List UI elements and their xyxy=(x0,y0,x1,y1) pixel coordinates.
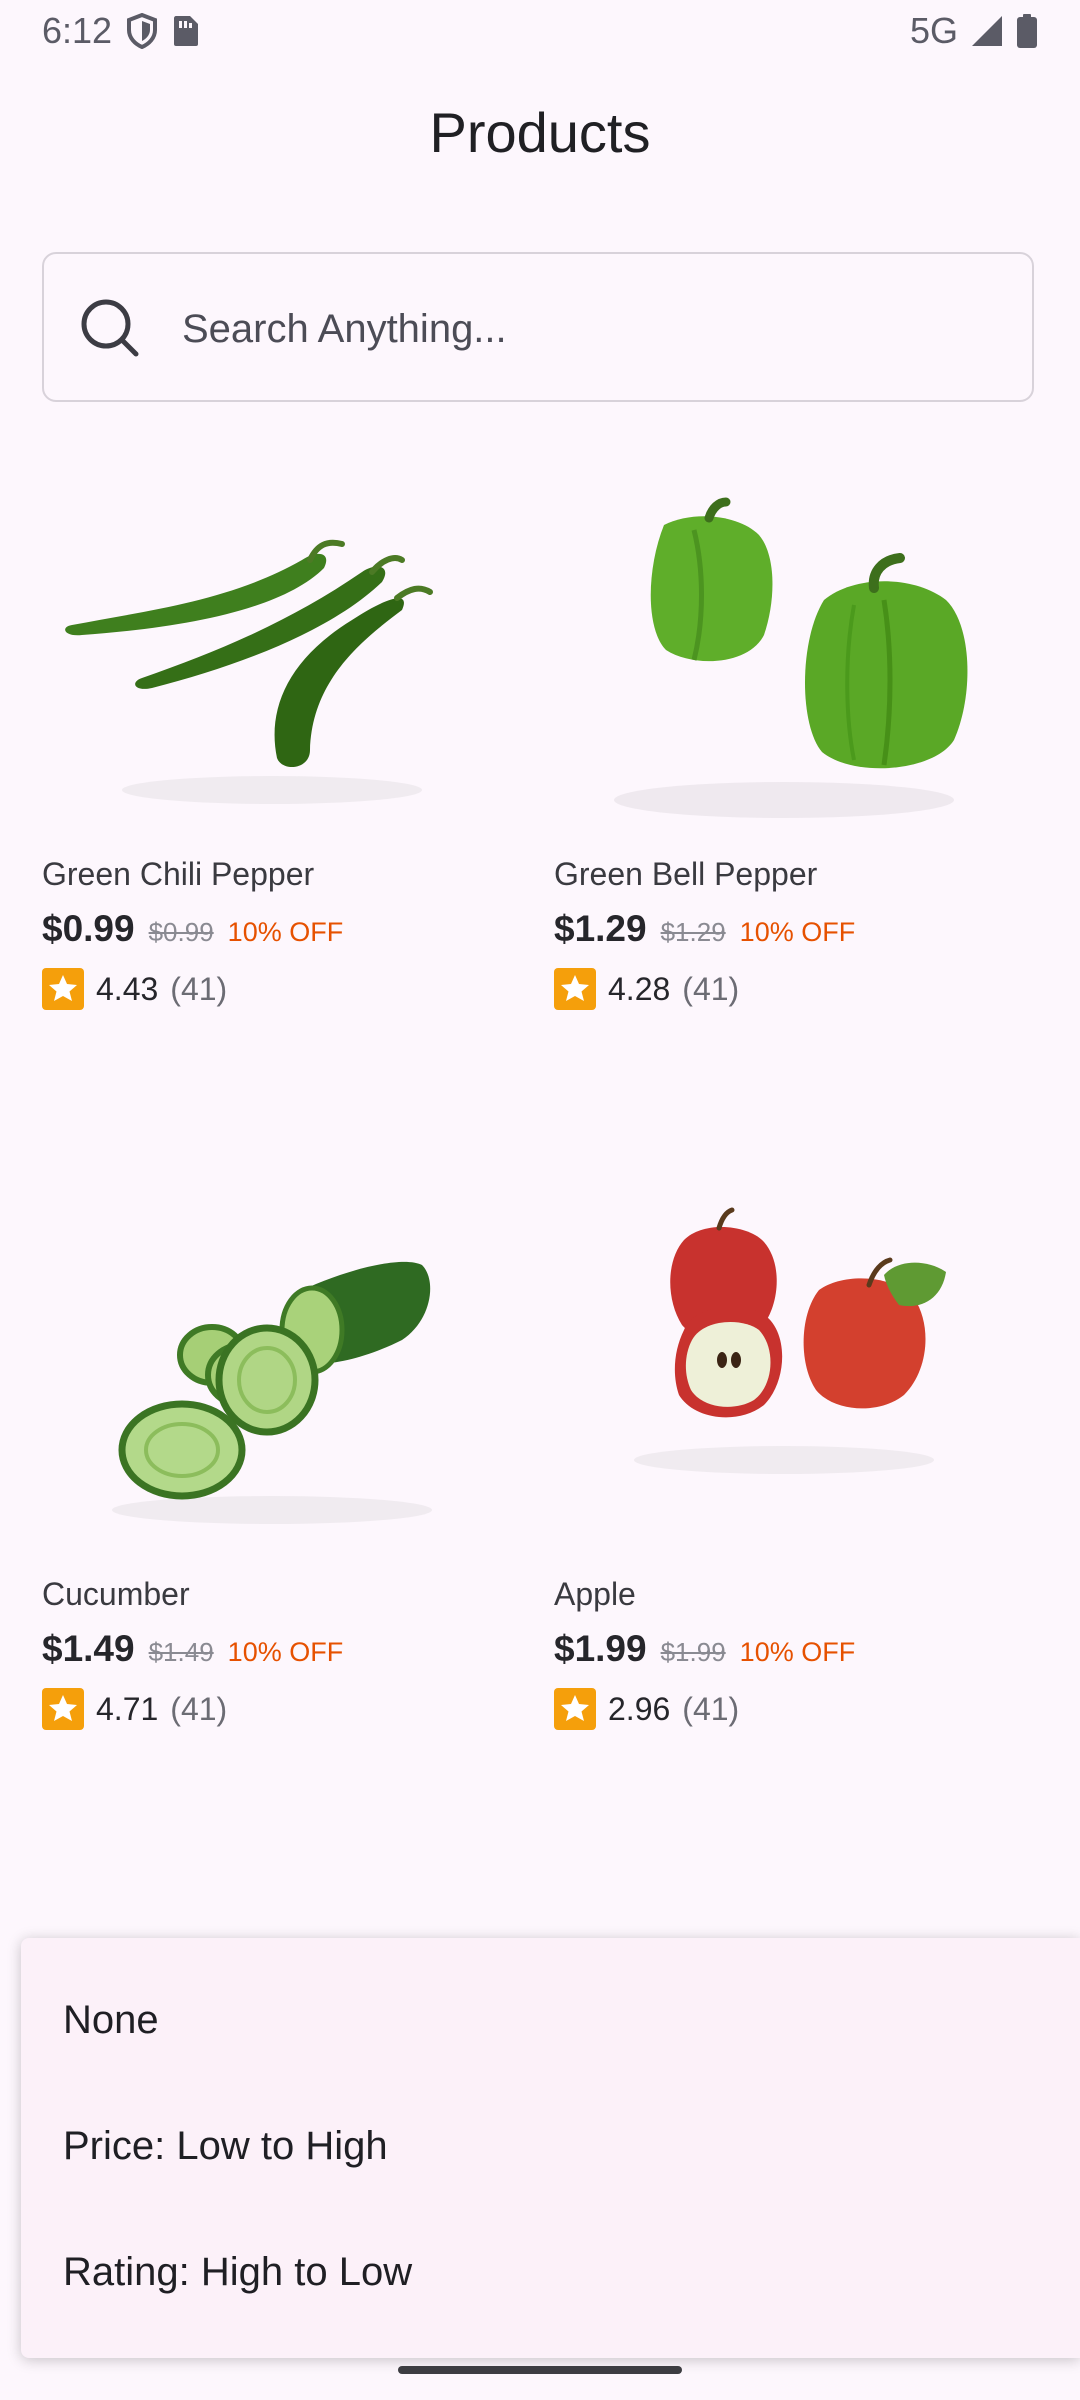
shield-icon xyxy=(126,13,158,49)
search-input[interactable] xyxy=(180,292,1004,366)
sort-option-price-low-to-high[interactable]: Price: Low to High xyxy=(63,2124,388,2169)
sim-card-icon xyxy=(172,14,200,48)
discount-label: 10% OFF xyxy=(227,917,344,947)
page-title: Products xyxy=(429,101,651,164)
status-bar: 6:12 5G xyxy=(0,0,1080,64)
original-price: $1.99 xyxy=(660,1637,726,1667)
product-image-green-chili-pepper[interactable] xyxy=(42,460,522,840)
star-icon xyxy=(42,1688,84,1730)
original-price: $1.29 xyxy=(660,917,726,947)
product-name: Green Chili Pepper xyxy=(42,856,315,892)
product-image-green-bell-pepper[interactable] xyxy=(554,460,1034,840)
network-type: 5G xyxy=(909,10,958,51)
product-price: $1.99 xyxy=(554,1628,647,1669)
product-price: $1.49 xyxy=(42,1628,135,1669)
star-icon xyxy=(42,968,84,1010)
product-image-apple[interactable] xyxy=(554,1180,1034,1560)
status-right: 5G xyxy=(910,10,1038,52)
signal-icon xyxy=(970,14,1004,48)
product-card-cucumber[interactable]: Cucumber $1.49 $1.49 10% OFF 4.71 (41) xyxy=(42,1180,522,1780)
product-card-apple[interactable]: Apple $1.99 $1.99 10% OFF 2.96 (41) xyxy=(554,1180,1034,1780)
rating-value: 2.96 xyxy=(608,1690,671,1727)
rating-row: 4.43 (41) xyxy=(42,968,227,1010)
original-price: $0.99 xyxy=(148,917,214,947)
price-row: $1.29 $1.29 10% OFF xyxy=(554,908,855,950)
rating-count: (41) xyxy=(170,1690,228,1727)
rating-count: (41) xyxy=(682,1690,740,1727)
search-icon[interactable] xyxy=(78,296,144,362)
rating-value: 4.43 xyxy=(96,970,159,1007)
discount-label: 10% OFF xyxy=(227,1637,344,1667)
star-icon xyxy=(554,1688,596,1730)
product-image-cucumber[interactable] xyxy=(42,1180,522,1560)
price-row: $1.99 $1.99 10% OFF xyxy=(554,1628,855,1670)
rating-row: 4.71 (41) xyxy=(42,1688,227,1730)
sort-option-rating-high-to-low[interactable]: Rating: High to Low xyxy=(63,2250,412,2295)
product-name: Green Bell Pepper xyxy=(554,856,818,892)
home-gesture-bar[interactable] xyxy=(398,2366,682,2374)
product-name: Cucumber xyxy=(42,1576,190,1612)
product-card-green-bell-pepper[interactable]: Green Bell Pepper $1.29 $1.29 10% OFF 4.… xyxy=(554,460,1034,1060)
sort-option-none[interactable]: None xyxy=(63,1998,159,2043)
product-name: Apple xyxy=(554,1576,636,1612)
rating-count: (41) xyxy=(682,970,740,1007)
search-box[interactable] xyxy=(42,252,1034,402)
rating-value: 4.28 xyxy=(608,970,671,1007)
discount-label: 10% OFF xyxy=(739,1637,856,1667)
product-price: $0.99 xyxy=(42,908,135,949)
product-price: $1.29 xyxy=(554,908,647,949)
rating-row: 2.96 (41) xyxy=(554,1688,739,1730)
star-icon xyxy=(554,968,596,1010)
status-time: 6:12 xyxy=(42,10,113,51)
rating-row: 4.28 (41) xyxy=(554,968,739,1010)
price-row: $0.99 $0.99 10% OFF xyxy=(42,908,343,950)
rating-value: 4.71 xyxy=(96,1690,159,1727)
status-left: 6:12 xyxy=(42,10,200,52)
discount-label: 10% OFF xyxy=(739,917,856,947)
rating-count: (41) xyxy=(170,970,228,1007)
product-card-green-chili-pepper[interactable]: Green Chili Pepper $0.99 $0.99 10% OFF 4… xyxy=(42,460,522,1060)
battery-icon xyxy=(1016,13,1038,49)
price-row: $1.49 $1.49 10% OFF xyxy=(42,1628,343,1670)
original-price: $1.49 xyxy=(148,1637,214,1667)
sort-options-sheet: None Price: Low to High Rating: High to … xyxy=(21,1938,1080,2358)
